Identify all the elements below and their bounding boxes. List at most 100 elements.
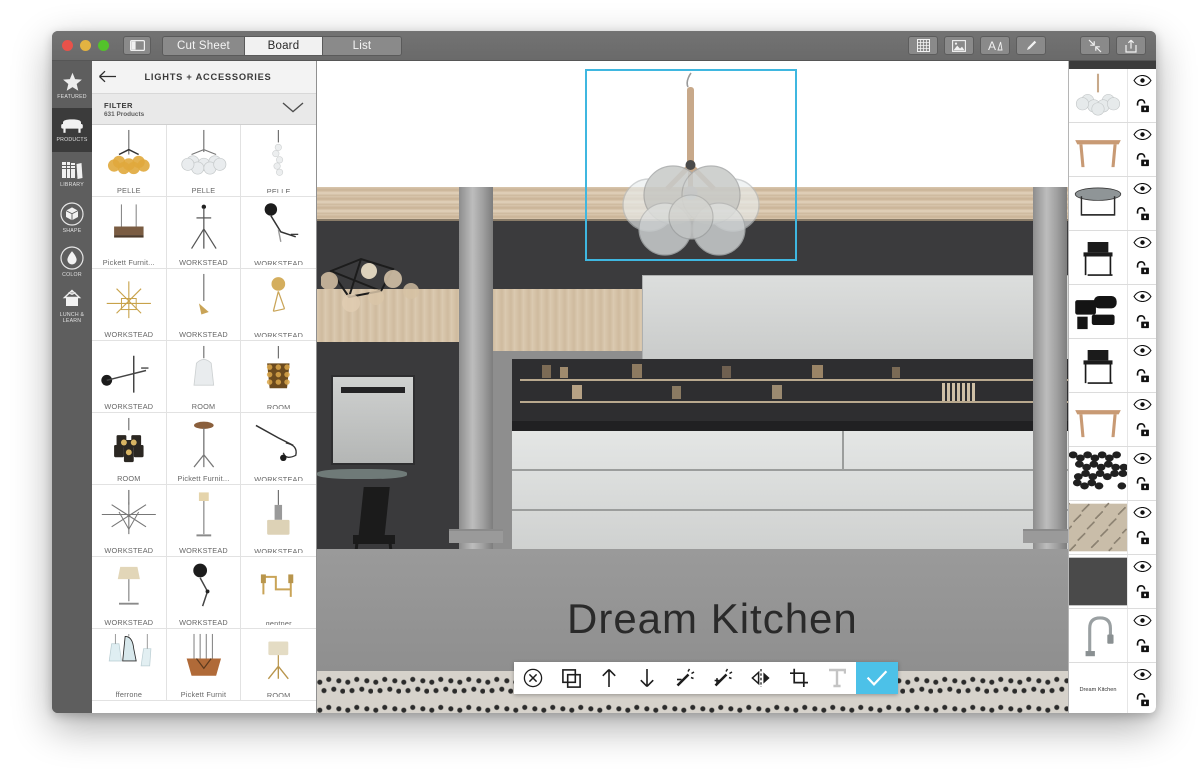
tab-cut-sheet[interactable]: Cut Sheet	[163, 36, 245, 55]
layer-row[interactable]	[1069, 177, 1156, 231]
crop-icon[interactable]	[780, 662, 818, 694]
tab-list[interactable]: List	[322, 36, 401, 55]
layer-row[interactable]	[1069, 123, 1156, 177]
eye-icon[interactable]	[1132, 451, 1152, 469]
layer-thumbnail[interactable]: Dream Kitchen	[1069, 663, 1127, 713]
pen-icon[interactable]	[1016, 36, 1046, 55]
layer-row[interactable]	[1069, 339, 1156, 393]
board-canvas[interactable]: Dream Kitchen	[317, 61, 1068, 713]
product-card[interactable]: WORKSTEAD	[166, 269, 242, 341]
layers-panel[interactable]: Dream Kitchen	[1068, 61, 1156, 713]
unlock-icon[interactable]	[1135, 476, 1150, 496]
product-card[interactable]: Pickett Furnit...	[166, 413, 242, 485]
unlock-icon[interactable]	[1135, 422, 1150, 442]
product-card[interactable]: WORKSTEAD	[92, 557, 167, 629]
chevron-down-icon[interactable]	[282, 100, 304, 118]
layer-row[interactable]	[1069, 69, 1156, 123]
layer-row[interactable]	[1069, 393, 1156, 447]
product-card[interactable]: Pickett Furnit...	[92, 197, 167, 269]
sidebar-item-featured[interactable]: FEATURED	[52, 64, 92, 108]
maximize-window-button[interactable]	[98, 40, 109, 51]
sidebar-item-products[interactable]: PRODUCTS	[52, 108, 92, 152]
eye-icon[interactable]	[1132, 73, 1152, 91]
layer-thumbnail[interactable]	[1069, 393, 1127, 446]
eye-icon[interactable]	[1132, 343, 1152, 361]
product-card[interactable]: WORKSTEAD	[92, 341, 167, 413]
product-card[interactable]: WORKSTEAD	[241, 485, 316, 557]
unlock-icon[interactable]	[1135, 314, 1150, 334]
unlock-icon[interactable]	[1135, 638, 1150, 658]
product-card[interactable]: WORKSTEAD	[92, 485, 167, 557]
unlock-icon[interactable]	[1135, 368, 1150, 388]
layer-thumbnail[interactable]	[1069, 177, 1127, 230]
layer-row[interactable]	[1069, 447, 1156, 501]
product-grid[interactable]: PELLE PELLE PELLE Pickett Furnit... WORKSTEA…	[92, 125, 316, 713]
magic-wand-plus-icon[interactable]	[704, 662, 742, 694]
layer-thumbnail[interactable]	[1069, 447, 1127, 500]
eye-icon[interactable]	[1132, 559, 1152, 577]
product-card[interactable]: ROOM	[241, 341, 316, 413]
arrow-down-icon[interactable]	[628, 662, 666, 694]
eye-icon[interactable]	[1132, 235, 1152, 253]
layer-thumbnail[interactable]	[1069, 555, 1127, 608]
product-card[interactable]: WORKSTEAD	[166, 485, 242, 557]
layer-row[interactable]	[1069, 555, 1156, 609]
share-icon[interactable]	[1116, 36, 1146, 55]
layer-thumbnail[interactable]	[1069, 285, 1127, 338]
grid-icon[interactable]	[908, 36, 938, 55]
unlock-icon[interactable]	[1135, 584, 1150, 604]
close-window-button[interactable]	[62, 40, 73, 51]
text-tool-icon[interactable]: A	[980, 36, 1010, 55]
layer-thumbnail[interactable]	[1069, 609, 1127, 662]
product-card[interactable]: ROOM	[241, 629, 316, 701]
unlock-icon[interactable]	[1135, 260, 1150, 280]
layers-list[interactable]: Dream Kitchen	[1069, 69, 1156, 713]
product-card[interactable]: PELLE	[166, 125, 242, 197]
layer-row[interactable]: Dream Kitchen	[1069, 663, 1156, 713]
product-card[interactable]: ROOM	[92, 413, 167, 485]
unlock-icon[interactable]	[1135, 692, 1150, 712]
chandelier-small[interactable]	[320, 251, 441, 331]
unlock-icon[interactable]	[1135, 530, 1150, 550]
sidebar-item-library[interactable]: LIBRARY	[52, 152, 92, 196]
unlock-icon[interactable]	[1135, 206, 1150, 226]
product-card[interactable]: gentner	[241, 557, 316, 629]
product-card[interactable]: ROOM	[166, 341, 242, 413]
sidebar-item-lunch-learn[interactable]: LUNCH & LEARN	[52, 284, 92, 328]
canvas-title-text[interactable]: Dream Kitchen	[567, 595, 858, 643]
duplicate-icon[interactable]	[552, 662, 590, 694]
eye-icon[interactable]	[1132, 505, 1152, 523]
layer-thumbnail[interactable]	[1069, 231, 1127, 284]
eye-icon[interactable]	[1132, 397, 1152, 415]
magic-wand-minus-icon[interactable]	[666, 662, 704, 694]
product-card[interactable]: PELLE	[92, 125, 167, 197]
sidebar-item-shape[interactable]: SHAPE	[52, 196, 92, 240]
object-edit-toolbar[interactable]	[514, 662, 898, 694]
eye-icon[interactable]	[1132, 613, 1152, 631]
filter-bar[interactable]: FILTER 631 Products	[92, 94, 316, 125]
close-circle-icon[interactable]	[514, 662, 552, 694]
flip-horizontal-icon[interactable]	[742, 662, 780, 694]
unlock-icon[interactable]	[1135, 98, 1150, 118]
eye-icon[interactable]	[1132, 127, 1152, 145]
product-card[interactable]: WORKSTEAD	[166, 557, 242, 629]
eye-icon[interactable]	[1132, 181, 1152, 199]
product-card[interactable]: WORKSTEAD	[241, 269, 316, 341]
layer-thumbnail[interactable]	[1069, 339, 1127, 392]
collapse-icon[interactable]	[1080, 36, 1110, 55]
product-card[interactable]: PELLE	[241, 125, 316, 197]
product-card[interactable]: WORKSTEAD	[241, 413, 316, 485]
eye-icon[interactable]	[1132, 289, 1152, 307]
eye-icon[interactable]	[1132, 667, 1152, 685]
canvas-surface[interactable]: Dream Kitchen	[317, 61, 1068, 713]
arrow-up-icon[interactable]	[590, 662, 628, 694]
layer-row[interactable]	[1069, 609, 1156, 663]
image-icon[interactable]	[944, 36, 974, 55]
view-tabs[interactable]: Cut Sheet Board List	[162, 35, 402, 56]
layer-row[interactable]	[1069, 501, 1156, 555]
product-card[interactable]: WORKSTEAD	[92, 269, 167, 341]
sidebar-item-color[interactable]: COLOR	[52, 240, 92, 284]
layer-row[interactable]	[1069, 231, 1156, 285]
text-icon[interactable]	[818, 662, 856, 694]
layer-thumbnail[interactable]	[1069, 501, 1127, 554]
